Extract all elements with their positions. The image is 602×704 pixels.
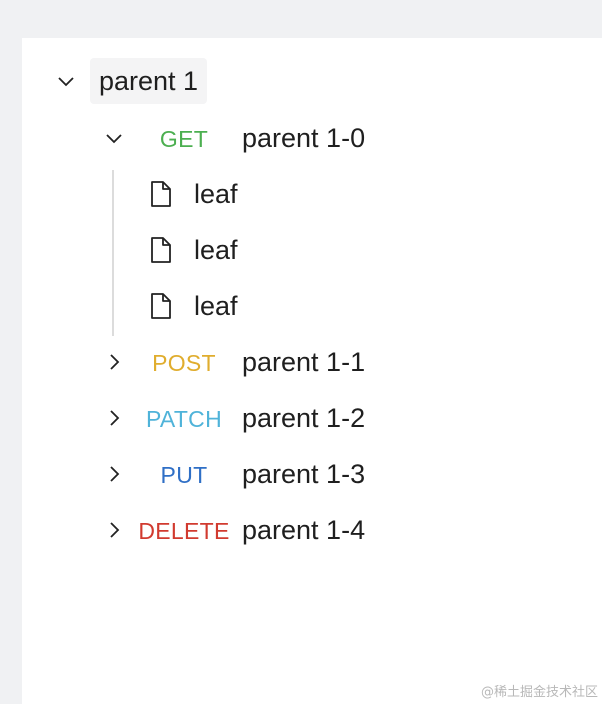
tree-node-parent-1-3[interactable]: parent 1-3 xyxy=(242,459,365,489)
watermark: @稀土掘金技术社区 xyxy=(480,685,598,700)
chevron-down-icon[interactable] xyxy=(56,71,76,91)
file-icon xyxy=(149,236,173,264)
method-badge-delete: DELETE xyxy=(138,518,230,544)
method-badge-post: POST xyxy=(152,350,216,376)
file-icon xyxy=(149,180,173,208)
tree-leaf[interactable]: leaf xyxy=(194,291,238,321)
chevron-right-icon[interactable] xyxy=(104,464,124,484)
tree-leaf[interactable]: leaf xyxy=(194,179,238,209)
tree-node-parent-1-2[interactable]: parent 1-2 xyxy=(242,403,365,433)
method-badge-patch: PATCH xyxy=(145,406,223,432)
chevron-down-icon[interactable] xyxy=(104,128,124,148)
indent-guide-line xyxy=(112,170,114,336)
method-badge-get: GET xyxy=(159,126,209,152)
tree-node-parent-1-1[interactable]: parent 1-1 xyxy=(242,347,365,377)
method-badge-put: PUT xyxy=(160,462,208,488)
chevron-right-icon[interactable] xyxy=(104,352,124,372)
file-icon xyxy=(149,292,173,320)
tree-panel: parent 1 GET parent 1-0 leaf leaf leaf P… xyxy=(22,38,602,704)
tree-node-parent-1-4[interactable]: parent 1-4 xyxy=(242,515,365,545)
tree-node-parent-1[interactable]: parent 1 xyxy=(90,58,208,104)
tree-leaf[interactable]: leaf xyxy=(194,235,238,265)
chevron-right-icon[interactable] xyxy=(104,520,124,540)
tree-node-parent-1-0[interactable]: parent 1-0 xyxy=(242,123,365,153)
chevron-right-icon[interactable] xyxy=(104,408,124,428)
